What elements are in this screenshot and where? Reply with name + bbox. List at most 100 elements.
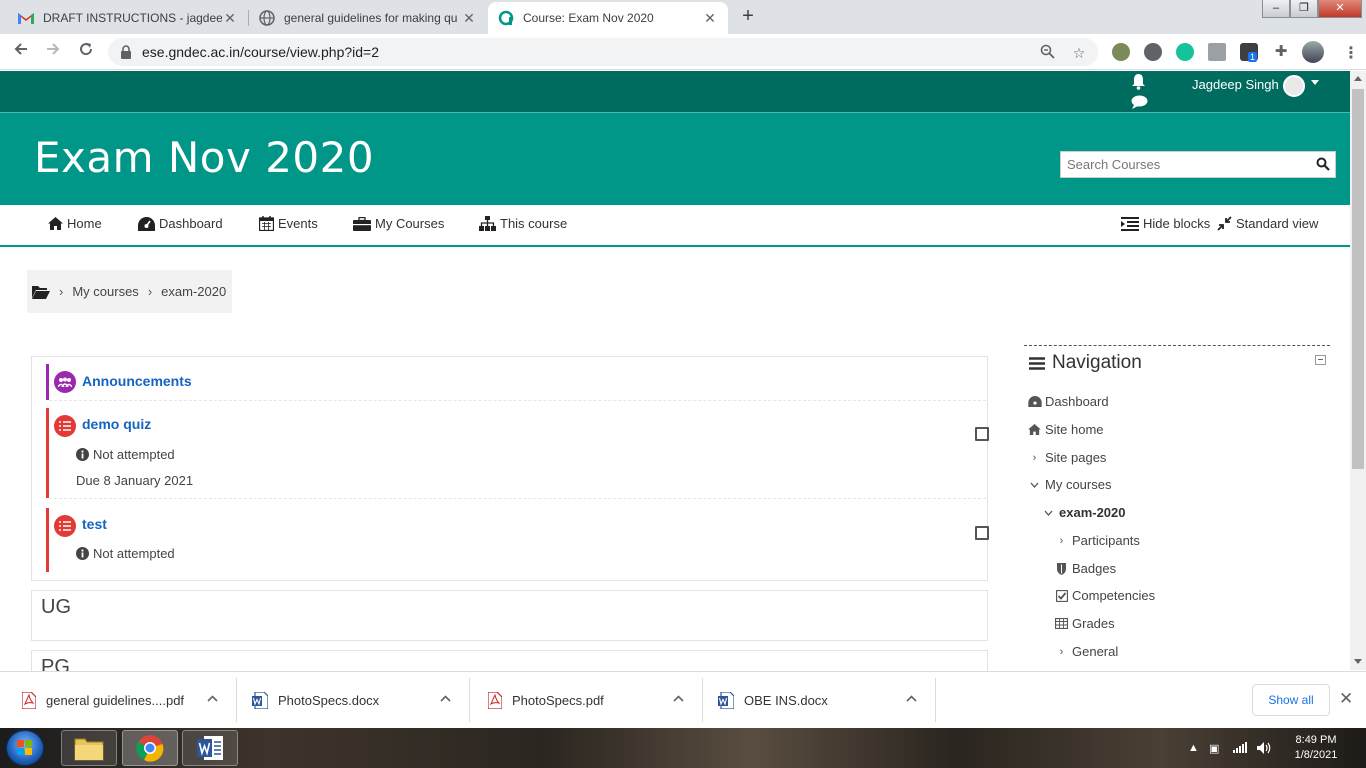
taskbar-explorer[interactable] bbox=[61, 730, 117, 766]
scroll-down-icon[interactable] bbox=[1354, 659, 1362, 664]
profile-avatar[interactable] bbox=[1302, 41, 1324, 63]
nav-node-site-pages[interactable]: › Site pages bbox=[1027, 450, 1107, 465]
bookmark-star-icon[interactable]: ☆ bbox=[1070, 44, 1088, 62]
start-button[interactable] bbox=[6, 730, 44, 766]
download-separator bbox=[469, 678, 470, 722]
nav-node-exam-2020[interactable]: exam-2020 bbox=[1041, 505, 1126, 520]
nav-node-competencies[interactable]: Competencies bbox=[1054, 588, 1155, 603]
nav-events[interactable]: Events bbox=[259, 216, 318, 231]
hide-blocks-button[interactable]: Hide blocks bbox=[1121, 216, 1210, 231]
section-title[interactable]: UG bbox=[41, 596, 71, 619]
word-file-icon bbox=[252, 691, 268, 709]
chevron-up-icon[interactable] bbox=[207, 695, 218, 702]
chevron-up-icon[interactable] bbox=[440, 695, 451, 702]
dashboard-icon bbox=[138, 216, 155, 231]
nav-my-courses[interactable]: My Courses bbox=[353, 216, 444, 231]
nav-node-label: Site home bbox=[1045, 422, 1104, 437]
minimize-button[interactable]: – bbox=[1262, 0, 1290, 18]
tray-expand-icon[interactable]: ▲ bbox=[1188, 742, 1199, 754]
grammarly-icon[interactable] bbox=[1176, 43, 1194, 61]
back-button[interactable] bbox=[9, 40, 33, 64]
download-item[interactable]: PhotoSpecs.pdf bbox=[488, 678, 693, 722]
completion-checkbox[interactable] bbox=[975, 526, 989, 540]
nav-node-grades[interactable]: Grades bbox=[1054, 616, 1115, 631]
tab-course[interactable]: Course: Exam Nov 2020 ✕ bbox=[488, 2, 728, 34]
close-tab-icon[interactable]: ✕ bbox=[461, 10, 477, 27]
close-shelf-icon[interactable]: ✕ bbox=[1339, 689, 1353, 709]
scroll-up-icon[interactable] bbox=[1354, 76, 1362, 81]
new-tab-button[interactable]: + bbox=[734, 5, 762, 29]
gmail-icon bbox=[18, 10, 34, 26]
home-icon bbox=[1027, 424, 1042, 435]
show-all-button[interactable]: Show all bbox=[1252, 684, 1330, 716]
due-date-text: Due 8 January 2021 bbox=[76, 473, 194, 488]
extension-cat-icon[interactable] bbox=[1112, 43, 1130, 61]
browser-menu-icon[interactable]: ⋮ bbox=[1343, 43, 1359, 63]
chevron-up-icon[interactable] bbox=[906, 695, 917, 702]
scrollbar-thumb[interactable] bbox=[1352, 89, 1364, 469]
download-item[interactable]: general guidelines....pdf bbox=[22, 678, 227, 722]
nav-node-badges[interactable]: Badges bbox=[1054, 561, 1116, 576]
nav-node-my-courses[interactable]: My courses bbox=[1027, 477, 1111, 492]
maximize-button[interactable]: ❐ bbox=[1290, 0, 1318, 18]
user-menu-caret-icon[interactable] bbox=[1311, 80, 1319, 85]
nav-node-participants[interactable]: › Participants bbox=[1054, 533, 1140, 548]
dashboard-icon bbox=[1027, 396, 1042, 407]
download-item[interactable]: PhotoSpecs.docx bbox=[252, 678, 460, 722]
main-navbar: Home Dashboard Events My Courses This co… bbox=[0, 205, 1350, 247]
user-name[interactable]: Jagdeep Singh bbox=[1192, 77, 1279, 92]
breadcrumb-course[interactable]: exam-2020 bbox=[161, 284, 226, 299]
nav-node-dashboard[interactable]: Dashboard bbox=[1027, 394, 1109, 409]
folder-open-icon[interactable] bbox=[32, 285, 50, 299]
chevron-up-icon[interactable] bbox=[673, 695, 684, 702]
breadcrumb-my-courses[interactable]: My courses bbox=[72, 284, 138, 299]
nav-node-site-home[interactable]: Site home bbox=[1027, 422, 1104, 437]
nav-this-course[interactable]: This course bbox=[479, 216, 567, 231]
taskbar-word[interactable] bbox=[182, 730, 238, 766]
close-tab-icon[interactable]: ✕ bbox=[222, 10, 238, 27]
activity-link-demo-quiz[interactable]: demo quiz bbox=[82, 416, 151, 432]
search-input[interactable] bbox=[1061, 152, 1301, 177]
tray-device-icon[interactable]: ▣ bbox=[1209, 742, 1219, 755]
nav-node-general[interactable]: › General bbox=[1054, 644, 1119, 659]
network-icon[interactable] bbox=[1233, 742, 1247, 756]
taskbar-chrome[interactable] bbox=[122, 730, 178, 766]
extension-pdf-icon[interactable] bbox=[1208, 43, 1226, 61]
search-icon[interactable] bbox=[1316, 157, 1330, 171]
activity-quiz: demo quiz Not attempted Due 8 January 20… bbox=[46, 408, 989, 498]
bell-icon[interactable] bbox=[1131, 73, 1146, 90]
download-item[interactable]: OBE INS.docx bbox=[718, 678, 926, 722]
extension-circle-icon[interactable] bbox=[1144, 43, 1162, 61]
standard-view-button[interactable]: Standard view bbox=[1217, 216, 1318, 231]
close-tab-icon[interactable]: ✕ bbox=[702, 10, 718, 27]
reload-icon bbox=[80, 43, 93, 56]
address-bar[interactable]: ese.gndec.ac.in/course/view.php?id=2 ☆ bbox=[108, 38, 1098, 66]
activity-link-test[interactable]: test bbox=[82, 516, 107, 532]
system-clock[interactable]: 8:49 PM 1/8/2021 bbox=[1290, 733, 1342, 763]
nav-dashboard[interactable]: Dashboard bbox=[138, 216, 223, 231]
reload-button[interactable] bbox=[74, 40, 98, 64]
home-icon bbox=[48, 217, 63, 230]
block-collapse-button[interactable] bbox=[1315, 355, 1326, 365]
nav-node-label: Participants bbox=[1072, 533, 1140, 548]
tab-gmail[interactable]: DRAFT INSTRUCTIONS - jagdeep ✕ bbox=[8, 2, 248, 34]
completion-checkbox[interactable] bbox=[975, 427, 989, 441]
table-icon bbox=[1054, 618, 1069, 629]
chat-icon[interactable] bbox=[1131, 95, 1148, 109]
tab-guidelines[interactable]: general guidelines for making qu ✕ bbox=[249, 2, 487, 34]
nav-home[interactable]: Home bbox=[48, 216, 102, 231]
page-scrollbar[interactable] bbox=[1350, 71, 1366, 670]
user-avatar[interactable] bbox=[1283, 75, 1305, 97]
nav-node-label: Dashboard bbox=[1045, 394, 1109, 409]
nav-node-label: exam-2020 bbox=[1059, 505, 1126, 520]
puzzle-icon[interactable]: ✚ bbox=[1272, 43, 1290, 61]
volume-icon[interactable] bbox=[1257, 742, 1273, 757]
zoom-icon[interactable] bbox=[1038, 44, 1056, 62]
breadcrumb: › My courses › exam-2020 bbox=[27, 270, 232, 313]
briefcase-icon bbox=[353, 216, 371, 231]
forward-button[interactable] bbox=[41, 40, 65, 64]
window-close-button[interactable]: ✕ bbox=[1318, 0, 1362, 18]
extension-box-icon[interactable]: 1 bbox=[1240, 43, 1258, 62]
nav-label: Home bbox=[67, 216, 102, 231]
activity-link-announcements[interactable]: Announcements bbox=[82, 373, 192, 389]
